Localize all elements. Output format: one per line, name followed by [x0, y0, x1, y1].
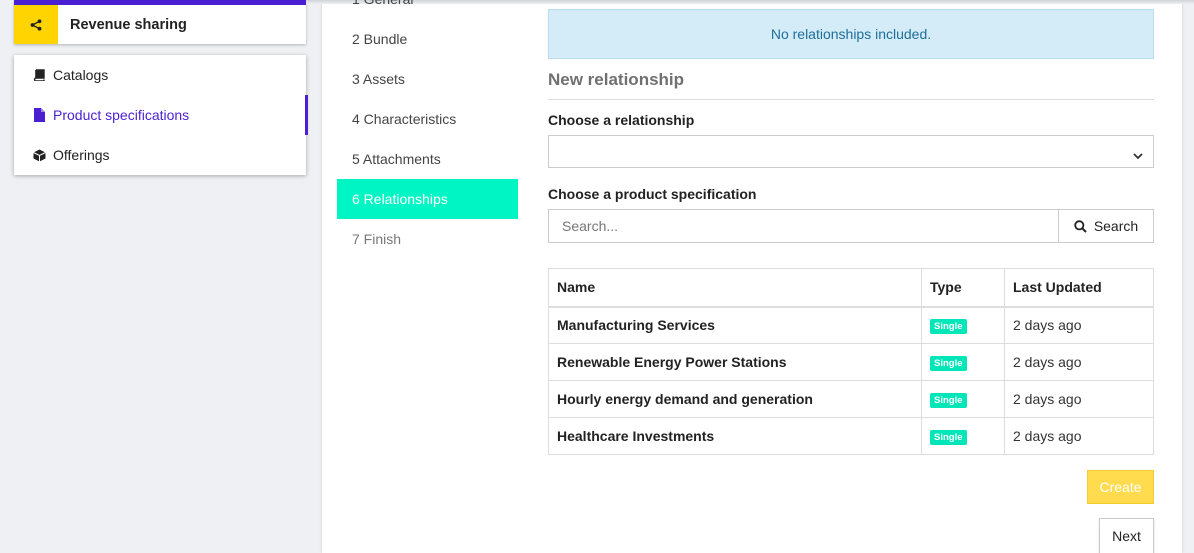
type-badge: Single [930, 430, 967, 445]
step-relationships[interactable]: 6 Relationships [337, 179, 518, 219]
row-type-cell: Single [921, 380, 1005, 418]
row-name: Manufacturing Services [548, 306, 922, 344]
column-header-name: Name [548, 268, 922, 308]
row-updated: 2 days ago [1004, 417, 1154, 455]
search-input[interactable] [548, 209, 1059, 243]
relationship-select[interactable] [548, 135, 1154, 168]
sidebar-item-catalogs[interactable]: Catalogs [14, 55, 306, 95]
section-title: New relationship [548, 70, 685, 89]
type-badge: Single [930, 393, 967, 408]
table-row[interactable]: Healthcare Investments Single 2 days ago [548, 417, 1154, 455]
column-header-last-updated: Last Updated [1004, 268, 1154, 308]
table-header-row: Name Type Last Updated [548, 268, 1154, 308]
step-general[interactable]: 1 General [337, 0, 518, 19]
revenue-sharing-label: Revenue sharing [70, 17, 187, 33]
search-button-label: Search [1093, 218, 1139, 234]
row-name: Healthcare Investments [548, 417, 922, 455]
type-badge: Single [930, 356, 967, 371]
table-row[interactable]: Hourly energy demand and generation Sing… [548, 380, 1154, 418]
column-header-type: Type [921, 268, 1005, 308]
sidebar-item-offerings[interactable]: Offerings [14, 135, 306, 175]
section-divider [548, 99, 1154, 100]
file-icon [32, 108, 46, 122]
row-name: Renewable Energy Power Stations [548, 343, 922, 381]
row-updated: 2 days ago [1004, 306, 1154, 344]
sidebar-item-product-specifications[interactable]: Product specifications [14, 95, 308, 135]
sidebar-item-label: Catalogs [53, 67, 109, 83]
row-updated: 2 days ago [1004, 380, 1154, 418]
sidebar-item-label: Product specifications [53, 107, 190, 123]
search-button[interactable]: Search [1058, 209, 1154, 243]
share-icon [14, 5, 58, 44]
step-characteristics[interactable]: 4 Characteristics [337, 99, 518, 139]
book-icon [32, 68, 46, 82]
product-spec-table: Name Type Last Updated Manufacturing Ser… [548, 268, 1154, 455]
no-relationships-alert: No relationships included. [548, 9, 1154, 59]
create-button[interactable]: Create [1087, 470, 1154, 504]
step-bundle[interactable]: 2 Bundle [337, 19, 518, 59]
cube-icon [32, 148, 46, 162]
row-type-cell: Single [921, 343, 1005, 381]
table-row[interactable]: Manufacturing Services Single 2 days ago [548, 306, 1154, 344]
row-name: Hourly energy demand and generation [548, 380, 922, 418]
revenue-sharing-card[interactable]: Revenue sharing [14, 0, 306, 44]
table-row[interactable]: Renewable Energy Power Stations Single 2… [548, 343, 1154, 381]
search-icon [1074, 219, 1087, 233]
row-updated: 2 days ago [1004, 343, 1154, 381]
sidebar-item-label: Offerings [53, 147, 110, 163]
step-finish: 7 Finish [352, 231, 402, 247]
sidebar-menu: Catalogs Product specifications Offering… [14, 55, 308, 175]
next-button[interactable]: Next [1099, 518, 1154, 553]
row-type-cell: Single [921, 306, 1005, 344]
chevron-down-icon [1133, 147, 1143, 163]
type-badge: Single [930, 319, 967, 335]
relationship-label: Choose a relationship [548, 112, 695, 128]
step-attachments[interactable]: 5 Attachments [337, 139, 518, 179]
product-spec-label: Choose a product specification [548, 186, 757, 202]
row-type-cell: Single [921, 417, 1005, 455]
step-assets[interactable]: 3 Assets [337, 59, 518, 99]
